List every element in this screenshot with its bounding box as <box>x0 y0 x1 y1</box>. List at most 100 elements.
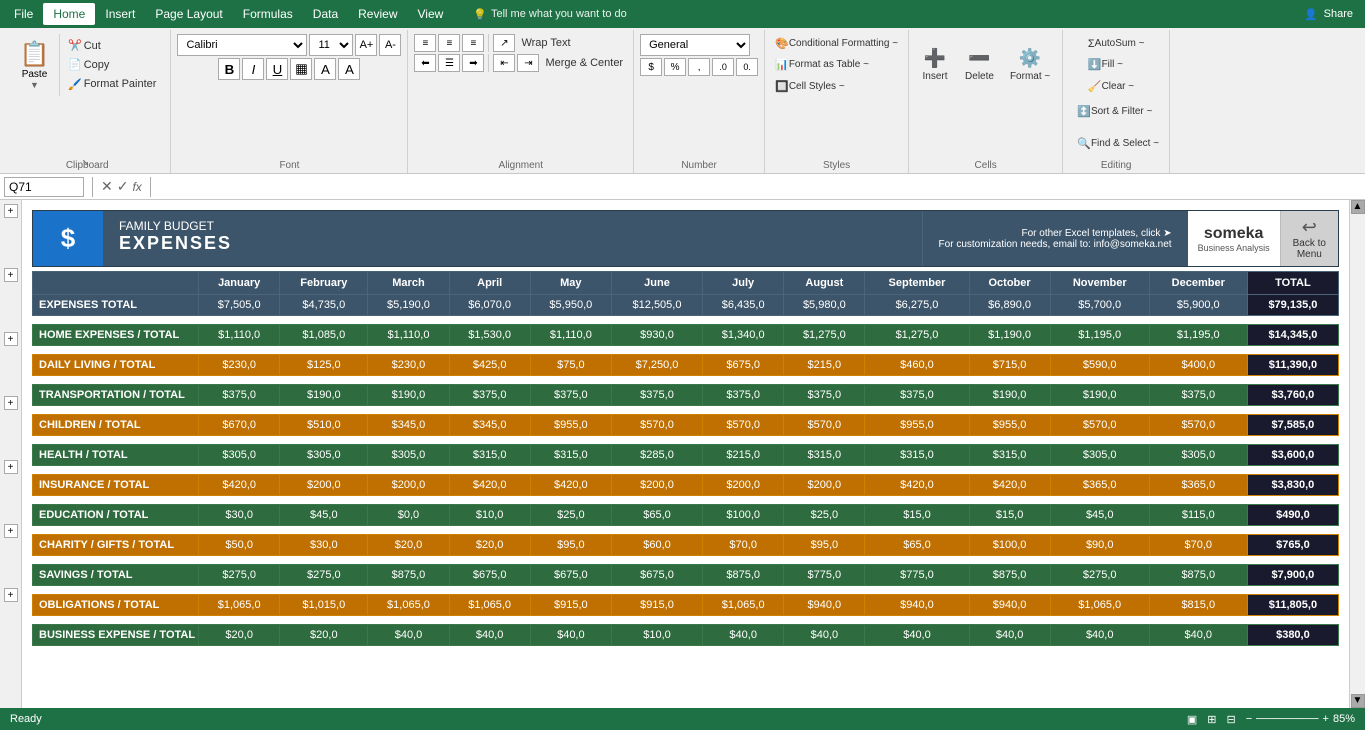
zoom-slider[interactable]: ──────── <box>1256 713 1318 725</box>
total-cell[interactable]: $3,830,0 <box>1247 475 1338 496</box>
total-cell[interactable]: $14,345,0 <box>1247 325 1338 346</box>
expand-btn-5[interactable]: + <box>4 460 18 474</box>
paste-button[interactable]: 📋 Paste ▼ <box>10 34 60 96</box>
cut-button[interactable]: ✂️ Cut <box>64 37 160 55</box>
align-top-left-button[interactable]: ≡ <box>414 34 436 52</box>
month-cell[interactable]: $915,0 <box>530 595 611 616</box>
month-cell[interactable]: $1,530,0 <box>449 325 530 346</box>
view-normal-icon[interactable]: ▣ <box>1187 713 1197 726</box>
month-cell[interactable]: $40,0 <box>449 625 530 646</box>
cell-reference-box[interactable]: Q71 <box>4 177 84 197</box>
month-cell[interactable]: $45,0 <box>280 505 368 526</box>
total-cell[interactable]: $765,0 <box>1247 535 1338 556</box>
menu-data[interactable]: Data <box>303 3 348 25</box>
month-cell[interactable]: $930,0 <box>611 325 702 346</box>
month-cell[interactable]: $90,0 <box>1050 535 1149 556</box>
month-cell[interactable]: $190,0 <box>368 385 449 406</box>
month-cell[interactable]: $460,0 <box>865 355 969 376</box>
function-icon[interactable]: fx <box>132 180 141 194</box>
month-cell[interactable]: $200,0 <box>280 475 368 496</box>
menu-page-layout[interactable]: Page Layout <box>145 3 232 25</box>
month-cell[interactable]: $20,0 <box>280 625 368 646</box>
menu-home[interactable]: Home <box>43 3 95 25</box>
share-button[interactable]: Share <box>1324 8 1353 20</box>
month-cell[interactable]: $200,0 <box>784 475 865 496</box>
month-cell[interactable]: $190,0 <box>969 385 1050 406</box>
month-cell[interactable]: $570,0 <box>1149 415 1247 436</box>
month-cell[interactable]: $305,0 <box>199 445 280 466</box>
align-top-center-button[interactable]: ≡ <box>438 34 460 52</box>
month-cell[interactable]: $30,0 <box>199 505 280 526</box>
month-cell[interactable]: $200,0 <box>703 475 784 496</box>
month-cell[interactable]: $1,110,0 <box>368 325 449 346</box>
month-cell[interactable]: $25,0 <box>784 505 865 526</box>
month-cell[interactable]: $30,0 <box>280 535 368 556</box>
month-cell[interactable]: $1,190,0 <box>969 325 1050 346</box>
month-cell[interactable]: $955,0 <box>969 415 1050 436</box>
month-cell[interactable]: $215,0 <box>784 355 865 376</box>
month-cell[interactable]: $1,065,0 <box>1050 595 1149 616</box>
month-cell[interactable]: $375,0 <box>703 385 784 406</box>
month-cell[interactable]: $20,0 <box>449 535 530 556</box>
month-cell[interactable]: $365,0 <box>1050 475 1149 496</box>
month-cell[interactable]: $400,0 <box>1149 355 1247 376</box>
font-color-button[interactable]: A <box>338 58 360 80</box>
month-cell[interactable]: $230,0 <box>199 355 280 376</box>
cancel-icon[interactable]: ✕ <box>101 178 113 195</box>
font-family-select[interactable]: Calibri <box>177 34 307 56</box>
month-cell[interactable]: $1,065,0 <box>199 595 280 616</box>
month-cell[interactable]: $570,0 <box>784 415 865 436</box>
month-cell[interactable]: $6,435,0 <box>703 295 784 316</box>
decrease-indent-button[interactable]: ⇤ <box>493 54 515 72</box>
zoom-in-icon[interactable]: + <box>1323 713 1329 725</box>
search-box[interactable]: Tell me what you want to do <box>491 8 627 20</box>
align-top-right-button[interactable]: ≡ <box>462 34 484 52</box>
vertical-scrollbar[interactable]: ▲ ▼ <box>1349 200 1365 708</box>
align-center-button[interactable]: ☰ <box>438 54 460 72</box>
month-cell[interactable]: $275,0 <box>280 565 368 586</box>
month-cell[interactable]: $875,0 <box>703 565 784 586</box>
total-cell[interactable]: $380,0 <box>1247 625 1338 646</box>
bold-button[interactable]: B <box>218 58 240 80</box>
month-cell[interactable]: $20,0 <box>368 535 449 556</box>
month-cell[interactable]: $420,0 <box>449 475 530 496</box>
increase-decimal-button[interactable]: .0 <box>712 58 734 76</box>
menu-insert[interactable]: Insert <box>95 3 145 25</box>
month-cell[interactable]: $40,0 <box>784 625 865 646</box>
format-button[interactable]: ⚙️ Format ~ <box>1004 35 1056 95</box>
month-cell[interactable]: $375,0 <box>611 385 702 406</box>
month-cell[interactable]: $5,980,0 <box>784 295 865 316</box>
month-cell[interactable]: $40,0 <box>1149 625 1247 646</box>
month-cell[interactable]: $40,0 <box>703 625 784 646</box>
main-spreadsheet-area[interactable]: $ FAMILY BUDGET EXPENSES For other Excel… <box>22 200 1349 708</box>
formula-input[interactable] <box>159 180 1361 194</box>
month-cell[interactable]: $1,110,0 <box>530 325 611 346</box>
number-format-select[interactable]: General <box>640 34 750 56</box>
month-cell[interactable]: $315,0 <box>530 445 611 466</box>
month-cell[interactable]: $5,190,0 <box>368 295 449 316</box>
month-cell[interactable]: $375,0 <box>449 385 530 406</box>
delete-button[interactable]: ➖ Delete <box>959 35 1000 95</box>
month-cell[interactable]: $40,0 <box>1050 625 1149 646</box>
month-cell[interactable]: $60,0 <box>611 535 702 556</box>
month-cell[interactable]: $305,0 <box>1050 445 1149 466</box>
month-cell[interactable]: $5,950,0 <box>530 295 611 316</box>
month-cell[interactable]: $15,0 <box>865 505 969 526</box>
month-cell[interactable]: $305,0 <box>1149 445 1247 466</box>
month-cell[interactable]: $315,0 <box>969 445 1050 466</box>
copy-button[interactable]: 📄 Copy <box>64 56 160 74</box>
month-cell[interactable]: $955,0 <box>865 415 969 436</box>
month-cell[interactable]: $1,065,0 <box>449 595 530 616</box>
total-cell[interactable]: $11,390,0 <box>1247 355 1338 376</box>
percent-button[interactable]: % <box>664 58 686 76</box>
month-cell[interactable]: $375,0 <box>784 385 865 406</box>
total-cell[interactable]: $7,585,0 <box>1247 415 1338 436</box>
total-cell[interactable]: $7,900,0 <box>1247 565 1338 586</box>
month-cell[interactable]: $915,0 <box>611 595 702 616</box>
month-cell[interactable]: $375,0 <box>865 385 969 406</box>
month-cell[interactable]: $345,0 <box>449 415 530 436</box>
month-cell[interactable]: $70,0 <box>703 535 784 556</box>
zoom-out-icon[interactable]: − <box>1246 713 1252 725</box>
month-cell[interactable]: $1,085,0 <box>280 325 368 346</box>
month-cell[interactable]: $420,0 <box>865 475 969 496</box>
